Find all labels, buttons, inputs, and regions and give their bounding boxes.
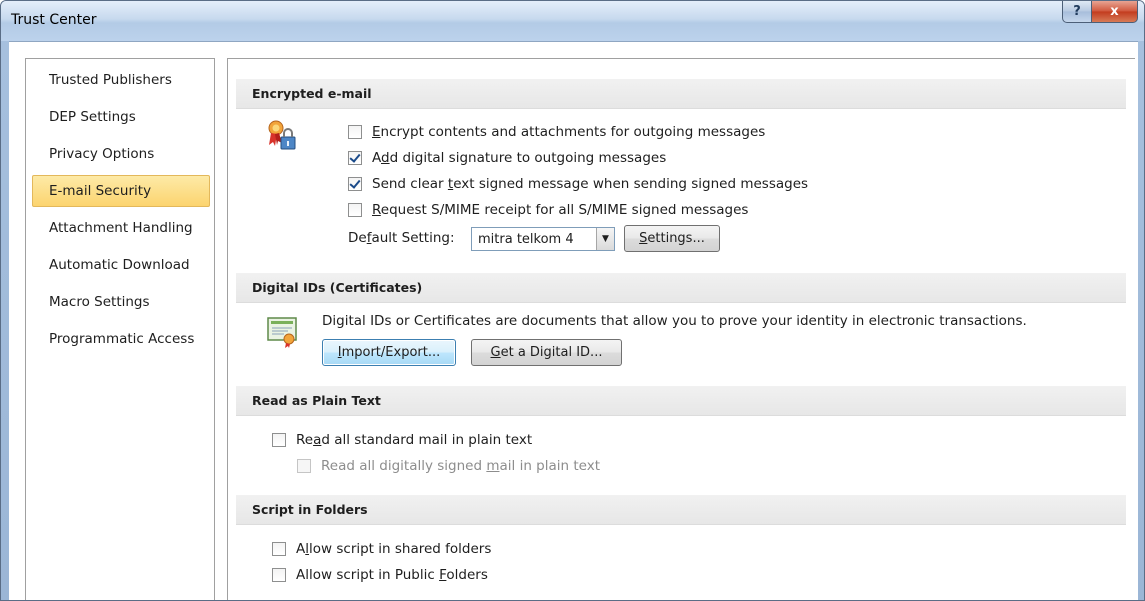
sidebar-item-automatic-download[interactable]: Automatic Download xyxy=(32,249,210,281)
encrypt-contents-checkbox[interactable] xyxy=(348,125,362,139)
sidebar-item-macro-settings[interactable]: Macro Settings xyxy=(32,286,210,318)
sidebar-item-email-security[interactable]: E-mail Security xyxy=(32,175,210,207)
request-smime-receipt-option[interactable]: Request S/MIME receipt for all S/MIME si… xyxy=(348,199,748,221)
sidebar-item-dep-settings[interactable]: DEP Settings xyxy=(32,101,210,133)
sidebar-item-programmatic-access[interactable]: Programmatic Access xyxy=(32,323,210,355)
read-plain-text-label: Read all standard mail in plain text xyxy=(296,432,533,448)
read-plain-text-option[interactable]: Read all standard mail in plain text xyxy=(272,429,532,451)
allow-script-shared-checkbox[interactable] xyxy=(272,542,286,556)
title-bar: Trust Center ? x xyxy=(1,1,1144,41)
certificate-lock-icon xyxy=(266,119,298,153)
sidebar-item-privacy-options[interactable]: Privacy Options xyxy=(32,138,210,170)
request-smime-receipt-label: Request S/MIME receipt for all S/MIME si… xyxy=(372,202,749,218)
allow-script-shared-label: Allow script in shared folders xyxy=(296,541,492,557)
settings-button[interactable]: Settings... xyxy=(624,225,720,252)
trust-center-sidebar: Trusted Publishers DEP Settings Privacy … xyxy=(25,58,215,600)
window-title: Trust Center xyxy=(11,12,97,28)
add-signature-label: Add digital signature to outgoing messag… xyxy=(372,150,667,166)
allow-script-public-option[interactable]: Allow script in Public Folders xyxy=(272,564,488,586)
add-signature-checkbox[interactable] xyxy=(348,151,362,165)
read-signed-plain-text-label: Read all digitally signed mail in plain … xyxy=(321,458,600,474)
send-clear-text-option[interactable]: Send clear text signed message when send… xyxy=(348,173,808,195)
read-plain-text-checkbox[interactable] xyxy=(272,433,286,447)
encrypt-contents-option[interactable]: Encrypt contents and attachments for out… xyxy=(348,121,765,143)
digital-ids-description: Digital IDs or Certificates are document… xyxy=(322,313,1027,329)
section-header-script-folders: Script in Folders xyxy=(236,495,1126,525)
send-clear-text-checkbox[interactable] xyxy=(348,177,362,191)
section-header-digital-ids: Digital IDs (Certificates) xyxy=(236,273,1126,303)
read-signed-plain-text-checkbox[interactable] xyxy=(297,459,311,473)
import-export-button[interactable]: Import/Export... xyxy=(322,339,456,366)
default-setting-dropdown[interactable]: mitra telkom 4 ▼ xyxy=(471,227,615,251)
send-clear-text-label: Send clear text signed message when send… xyxy=(372,176,809,192)
help-button[interactable]: ? xyxy=(1062,1,1092,23)
section-header-plain-text: Read as Plain Text xyxy=(236,386,1126,416)
allow-script-public-checkbox[interactable] xyxy=(272,568,286,582)
request-smime-receipt-checkbox[interactable] xyxy=(348,203,362,217)
section-header-encrypted-email: Encrypted e-mail xyxy=(236,79,1126,109)
certificate-icon xyxy=(266,315,300,349)
chevron-down-icon[interactable]: ▼ xyxy=(596,228,614,250)
caption-buttons: ? x xyxy=(1062,1,1138,23)
encrypt-contents-label: Encrypt contents and attachments for out… xyxy=(372,124,766,140)
sidebar-item-attachment-handling[interactable]: Attachment Handling xyxy=(32,212,210,244)
allow-script-shared-option[interactable]: Allow script in shared folders xyxy=(272,538,491,560)
default-setting-value: mitra telkom 4 xyxy=(478,231,574,247)
close-button[interactable]: x xyxy=(1092,1,1138,23)
get-digital-id-button[interactable]: Get a Digital ID... xyxy=(471,339,622,366)
default-setting-label: Default Setting: xyxy=(348,230,455,246)
dialog-client-area: Trusted Publishers DEP Settings Privacy … xyxy=(9,41,1138,600)
add-signature-option[interactable]: Add digital signature to outgoing messag… xyxy=(348,147,666,169)
sidebar-item-trusted-publishers[interactable]: Trusted Publishers xyxy=(32,64,210,96)
trust-center-window: Trust Center ? x Trusted Publishers DEP … xyxy=(0,0,1145,601)
allow-script-public-label: Allow script in Public Folders xyxy=(296,567,488,583)
email-security-panel: Encrypted e-mail Encrypt contents and at… xyxy=(227,58,1135,600)
read-signed-plain-text-option[interactable]: Read all digitally signed mail in plain … xyxy=(297,455,600,477)
